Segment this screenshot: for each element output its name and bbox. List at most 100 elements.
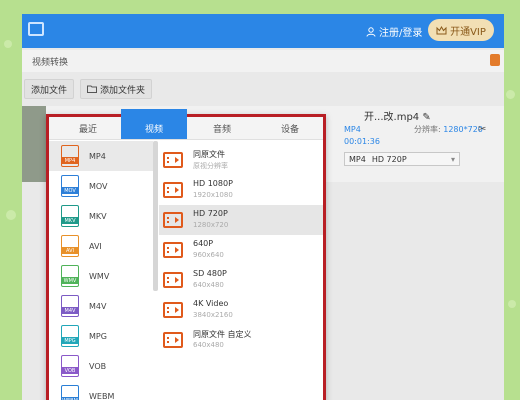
format-list-scrollbar[interactable]	[153, 141, 158, 291]
login-link[interactable]: 注册/登录	[366, 24, 422, 39]
folder-icon	[87, 85, 97, 93]
video-preset-icon	[163, 212, 183, 228]
tab-recent[interactable]: 最近	[55, 117, 121, 139]
add-file-button[interactable]: 添加文件	[24, 79, 75, 99]
bg-dot	[6, 210, 16, 220]
bg-dot	[4, 40, 12, 48]
output-format-select[interactable]: MP4 HD 720P ▾	[344, 152, 460, 166]
preset-item[interactable]: 4K Video 3840x2160	[159, 295, 323, 325]
format-popup: 最近 视频 音频 设备 MP4 MP4 MOV MOV MKV MKV AVI AVI WMV W…	[46, 109, 326, 400]
format-label: MOV	[89, 181, 108, 191]
gift-icon[interactable]	[490, 54, 500, 66]
preset-resolution: 640x480	[193, 341, 224, 349]
add-folder-button[interactable]: 添加文件夹	[80, 79, 153, 99]
video-thumbnail	[22, 106, 46, 182]
crown-icon	[436, 25, 447, 34]
format-tabs: 最近 视频 音频 设备	[49, 109, 323, 140]
file-type-tag: MP4	[61, 157, 79, 164]
video-preset-icon	[163, 332, 183, 348]
video-preset-icon	[163, 272, 183, 288]
preset-name: 同原文件	[193, 150, 225, 159]
file-format: MP4	[344, 125, 361, 134]
app-window: 注册/登录 开通VIP 视频转换 添加文件 添加文件夹 开...改.mp4 ✎	[22, 14, 504, 400]
file-duration: 00:01:36	[344, 137, 380, 146]
file-type-icon: MPG	[61, 325, 79, 347]
format-label: MP4	[89, 151, 106, 161]
format-item-wmv[interactable]: WMV WMV	[49, 261, 153, 291]
file-type-tag: VOB	[61, 367, 79, 374]
format-item-mp4[interactable]: MP4 MP4	[49, 141, 153, 171]
file-type-icon: WMV	[61, 265, 79, 287]
format-item-mkv[interactable]: MKV MKV	[49, 201, 153, 231]
format-list: MP4 MP4 MOV MOV MKV MKV AVI AVI WMV WMV M4V M4V MPG M…	[49, 141, 153, 400]
preset-resolution: 1920x1080	[193, 191, 233, 199]
format-item-vob[interactable]: VOB VOB	[49, 351, 153, 381]
bg-dot	[506, 90, 515, 99]
preset-resolution: 3840x2160	[193, 311, 233, 319]
file-resolution: 分辨率: 1280*720	[414, 125, 483, 134]
file-type-icon: WEBM	[61, 385, 79, 400]
preset-name: 640P	[193, 239, 214, 248]
video-preset-icon	[163, 152, 183, 168]
format-item-mpg[interactable]: MPG MPG	[49, 321, 153, 351]
file-type-icon: M4V	[61, 295, 79, 317]
preset-resolution: 1280x720	[193, 221, 229, 229]
preset-name: 4K Video	[193, 299, 229, 308]
preset-item[interactable]: HD 1080P 1920x1080	[159, 175, 323, 205]
breadcrumb-label: 视频转换	[32, 58, 69, 68]
video-preset-icon	[163, 242, 183, 258]
file-meta: MP4 00:01:36	[344, 124, 380, 148]
preset-item[interactable]: 同原文件 原视分辨率	[159, 145, 323, 175]
tab-video[interactable]: 视频	[121, 109, 187, 139]
file-type-tag: MPG	[61, 337, 79, 344]
user-icon	[366, 26, 376, 37]
preset-resolution: 960x640	[193, 251, 224, 259]
preset-name: HD 1080P	[193, 179, 233, 188]
file-type-tag: MOV	[61, 187, 79, 194]
preset-resolution: 640x480	[193, 281, 224, 289]
chevron-down-icon: ▾	[450, 154, 455, 164]
format-label: WMV	[89, 271, 110, 281]
tab-device[interactable]: 设备	[257, 117, 323, 139]
format-label: WEBM	[89, 391, 115, 400]
scissors-icon[interactable]: ✂	[478, 124, 486, 135]
format-label: MPG	[89, 331, 107, 341]
file-type-icon: AVI	[61, 235, 79, 257]
vip-label: 开通VIP	[450, 26, 486, 38]
preset-item[interactable]: 同原文件 自定义 640x480	[159, 325, 323, 355]
breadcrumb: 视频转换	[22, 50, 504, 72]
tab-audio[interactable]: 音频	[189, 117, 255, 139]
toolbar: 添加文件 添加文件夹	[22, 76, 504, 100]
format-label: AVI	[89, 241, 102, 251]
format-item-m4v[interactable]: M4V M4V	[49, 291, 153, 321]
file-type-icon: MOV	[61, 175, 79, 197]
file-name: 开...改.mp4 ✎	[364, 112, 431, 123]
vip-button[interactable]: 开通VIP	[428, 19, 494, 41]
file-type-tag: MKV	[61, 217, 79, 224]
title-bar: 注册/登录 开通VIP	[22, 14, 504, 48]
preset-list: 同原文件 原视分辨率 HD 1080P 1920x1080 HD 720P 1280x72…	[159, 141, 323, 400]
file-type-tag: WMV	[61, 277, 79, 284]
format-label: MKV	[89, 211, 107, 221]
preset-item[interactable]: 640P 960x640	[159, 235, 323, 265]
bg-dot	[508, 300, 516, 308]
format-item-webm[interactable]: WEBM WEBM	[49, 381, 153, 400]
preset-name: HD 720P	[193, 209, 228, 218]
app-logo	[28, 22, 44, 36]
file-type-tag: M4V	[61, 307, 79, 314]
preset-name: 同原文件 自定义	[193, 330, 252, 339]
format-item-mov[interactable]: MOV MOV	[49, 171, 153, 201]
add-file-label: 添加文件	[31, 85, 68, 96]
format-label: M4V	[89, 301, 107, 311]
login-label: 注册/登录	[379, 28, 423, 39]
video-preset-icon	[163, 302, 183, 318]
file-type-icon: MKV	[61, 205, 79, 227]
preset-item[interactable]: HD 720P 1280x720	[159, 205, 323, 235]
preset-item[interactable]: SD 480P 640x480	[159, 265, 323, 295]
format-item-avi[interactable]: AVI AVI	[49, 231, 153, 261]
format-label: VOB	[89, 361, 107, 371]
file-type-tag: AVI	[61, 247, 79, 254]
video-preset-icon	[163, 182, 183, 198]
file-type-icon: MP4	[61, 145, 79, 167]
preset-name: SD 480P	[193, 269, 227, 278]
